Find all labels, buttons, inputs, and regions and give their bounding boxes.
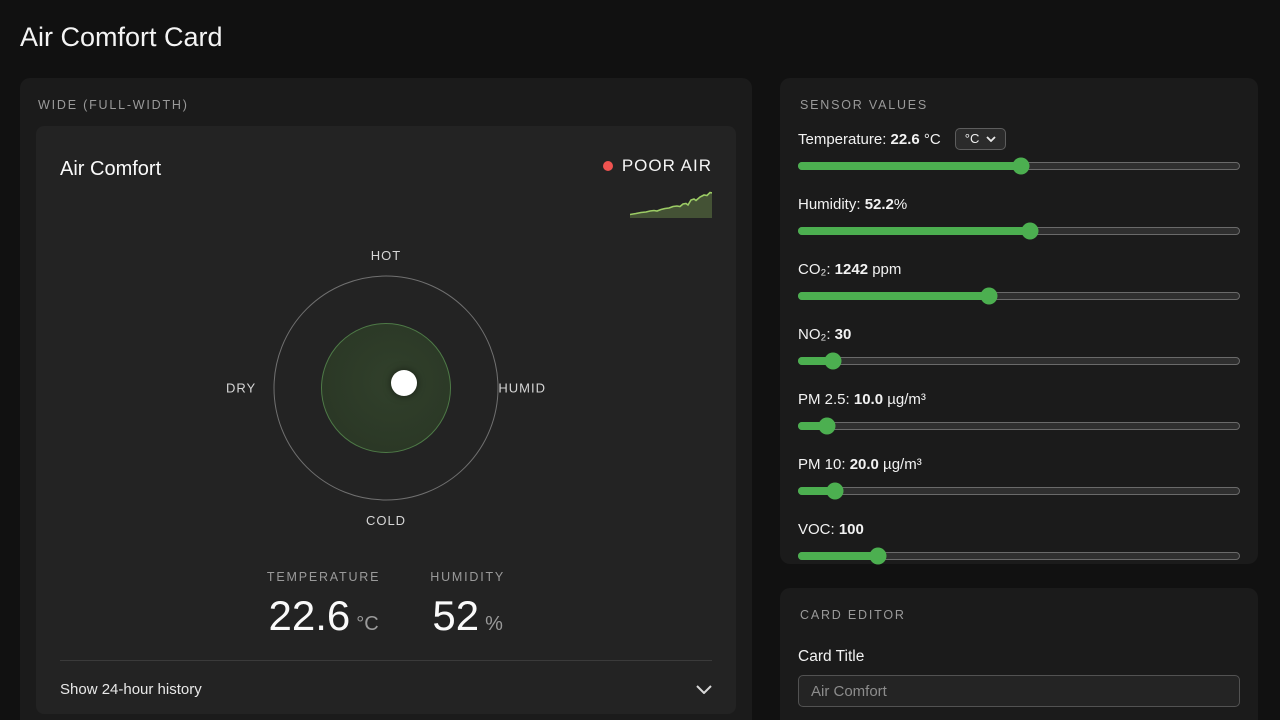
no2-row: NO₂: 30 — [798, 323, 1240, 370]
slider-thumb[interactable] — [869, 547, 887, 565]
temperature-unit-select[interactable]: °C — [954, 128, 1007, 150]
humidity-slider[interactable] — [798, 222, 1240, 240]
sensor-label: Temperature: 22.6 °C — [798, 130, 941, 148]
humidity-readout-label: HUMIDITY — [430, 570, 506, 584]
sensor-rows: Temperature: 22.6 °C °C Humidity: 52.2% … — [798, 128, 1240, 565]
humidity-readout: HUMIDITY 52% — [430, 570, 505, 640]
pm10-slider[interactable] — [798, 482, 1240, 500]
readouts: TEMPERATURE 22.6 °C HUMIDITY 52% — [60, 570, 712, 640]
sensor-label: CO₂: 1242 ppm — [798, 260, 902, 278]
gauge-comfort-zone — [321, 323, 451, 453]
slider-fill — [798, 292, 989, 300]
temperature-readout-value: 22.6 °C — [267, 592, 380, 640]
card-editor-panel: CARD EDITOR Card Title — [780, 588, 1258, 720]
slider-fill — [798, 162, 1020, 170]
card-title-input[interactable] — [798, 675, 1240, 707]
comfort-gauge: HOT COLD DRY HUMID — [226, 248, 546, 528]
preview-panel: WIDE (FULL-WIDTH) Air Comfort POOR AIR H… — [20, 78, 752, 720]
slider-thumb[interactable] — [818, 417, 836, 435]
sensor-label-line: Humidity: 52.2% — [798, 193, 1240, 215]
pm10-row: PM 10: 20.0 µg/m³ — [798, 453, 1240, 500]
air-quality-status: POOR AIR — [602, 150, 712, 176]
slider-fill — [798, 227, 1029, 235]
sensor-label-line: PM 10: 20.0 µg/m³ — [798, 453, 1240, 475]
sensor-label-line: CO₂: 1242 ppm — [798, 258, 1240, 280]
sensor-label: Humidity: 52.2% — [798, 195, 908, 213]
temperature-value: 22.6 — [268, 592, 351, 639]
pm25-row: PM 2.5: 10.0 µg/m³ — [798, 388, 1240, 435]
sensor-label: PM 10: 20.0 µg/m³ — [798, 455, 922, 473]
humidity-value: 52 — [432, 592, 480, 639]
trend-sparkline-chart — [630, 191, 712, 218]
co2-row: CO₂: 1242 ppm — [798, 258, 1240, 305]
gauge-label-hot: HOT — [370, 248, 402, 263]
chevron-down-icon — [986, 135, 996, 142]
slider-fill — [798, 552, 877, 560]
gauge-label-dry: DRY — [226, 380, 257, 396]
temperature-unit: °C — [356, 613, 379, 635]
page-title: Air Comfort Card — [20, 22, 223, 52]
unit-select-value: °C — [964, 131, 980, 146]
no2-slider[interactable] — [798, 352, 1240, 370]
slider-thumb[interactable] — [824, 352, 842, 370]
temperature-slider[interactable] — [798, 157, 1240, 175]
gauge-label-cold: COLD — [365, 513, 407, 528]
status-label: POOR AIR — [621, 156, 712, 175]
gauge-label-humid: HUMID — [498, 380, 546, 396]
card-header: Air Comfort POOR AIR — [60, 150, 712, 181]
slider-thumb[interactable] — [1021, 222, 1039, 240]
temperature-readout: TEMPERATURE 22.6 °C — [267, 570, 380, 640]
sensor-label-line: VOC: 100 — [798, 518, 1240, 540]
card-title: Air Comfort — [60, 158, 162, 180]
co2-slider[interactable] — [798, 287, 1240, 305]
chevron-down-icon — [696, 685, 712, 694]
humidity-row: Humidity: 52.2% — [798, 193, 1240, 240]
slider-thumb[interactable] — [980, 287, 998, 305]
gauge-position-dot — [391, 370, 417, 396]
sensor-label-line: NO₂: 30 — [798, 323, 1240, 345]
humidity-readout-value: 52% — [430, 592, 505, 640]
slider-thumb[interactable] — [1012, 157, 1030, 175]
sensor-section-label: SENSOR VALUES — [800, 98, 929, 112]
sensor-label: VOC: 100 — [798, 520, 864, 538]
editor-section-label: CARD EDITOR — [800, 608, 906, 622]
sensor-label-line: PM 2.5: 10.0 µg/m³ — [798, 388, 1240, 410]
history-toggle-label: Show 24-hour history — [60, 681, 202, 698]
status-dot-icon — [602, 161, 613, 171]
sensor-label-line: Temperature: 22.6 °C °C — [798, 128, 1240, 150]
voc-slider[interactable] — [798, 547, 1240, 565]
sensor-values-panel: SENSOR VALUES Temperature: 22.6 °C °C Hu… — [780, 78, 1258, 565]
pm25-slider[interactable] — [798, 417, 1240, 435]
temperature-readout-label: TEMPERATURE — [266, 570, 381, 584]
air-comfort-card: Air Comfort POOR AIR HOT COLD DRY HUMID … — [36, 126, 736, 714]
card-title-field-label: Card Title — [798, 648, 865, 665]
slider-thumb[interactable] — [826, 482, 844, 500]
history-toggle[interactable]: Show 24-hour history — [60, 661, 712, 698]
preview-section-label: WIDE (FULL-WIDTH) — [38, 98, 189, 112]
voc-row: VOC: 100 — [798, 518, 1240, 565]
humidity-unit: % — [485, 613, 503, 635]
temperature-row: Temperature: 22.6 °C °C — [798, 128, 1240, 175]
sensor-label: NO₂: 30 — [798, 325, 852, 343]
sparkline-wrap — [60, 188, 712, 218]
sensor-label: PM 2.5: 10.0 µg/m³ — [798, 390, 926, 408]
